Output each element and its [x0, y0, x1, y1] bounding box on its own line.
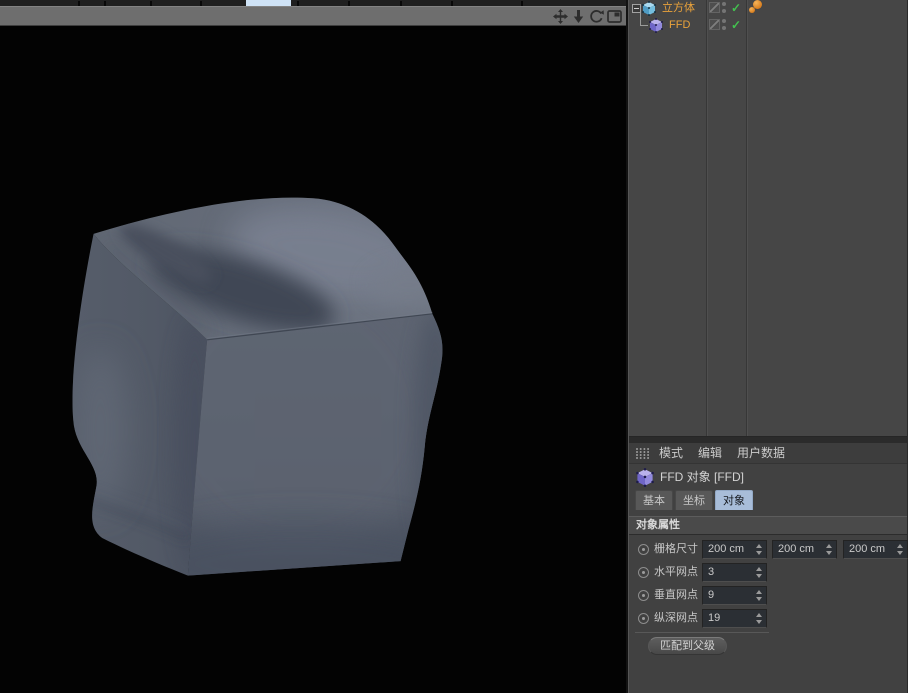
visibility-dots-icon[interactable] [722, 2, 727, 14]
tab-basic[interactable]: 基本 [635, 490, 673, 510]
enabled-check-icon[interactable]: ✓ [728, 17, 744, 34]
spinner-icon[interactable] [756, 613, 763, 624]
tab-object[interactable]: 对象 [715, 490, 753, 510]
toggle-view-icon[interactable] [607, 9, 622, 24]
attribute-manager-icon [635, 447, 650, 460]
phong-tag-icon[interactable] [749, 0, 763, 16]
visibility-dots-icon[interactable] [722, 19, 727, 31]
viewport[interactable] [0, 26, 626, 693]
spinner-icon[interactable] [826, 544, 833, 555]
vertical-points-field[interactable]: 9 [702, 586, 767, 605]
enabled-check-icon[interactable]: ✓ [728, 0, 744, 17]
object-title: FFD 对象 [FFD] [660, 465, 744, 489]
attr-label: 水平网点 [654, 561, 698, 584]
keyframe-ring-icon[interactable] [638, 590, 649, 601]
tree-connector [640, 13, 648, 26]
depth-points-field[interactable]: 19 [702, 609, 767, 628]
dolly-icon[interactable] [571, 9, 586, 24]
layer-toggle-icon[interactable] [709, 19, 720, 30]
object-label-cube[interactable]: 立方体 [662, 0, 695, 17]
rotate-icon[interactable] [589, 9, 604, 24]
keyframe-ring-icon[interactable] [638, 613, 649, 624]
object-label-ffd[interactable]: FFD [669, 17, 690, 34]
pan-icon[interactable] [553, 9, 568, 24]
om-column-divider [706, 0, 708, 436]
application-window: 立方体 ✓ FFD ✓ [0, 0, 908, 693]
menu-item-mode[interactable]: 模式 [659, 443, 683, 464]
viewport-header [0, 6, 626, 26]
spinner-icon[interactable] [756, 544, 763, 555]
match-to-parent-button[interactable]: 匹配到父级 [648, 637, 727, 655]
keyframe-ring-icon[interactable] [638, 567, 649, 578]
menu-item-edit[interactable]: 编辑 [698, 443, 722, 464]
attribute-manager: 模式 编辑 用户数据 FFD 对象 [FFD] 基本 [629, 443, 907, 693]
expander-icon[interactable] [632, 4, 641, 13]
spinner-icon[interactable] [756, 590, 763, 601]
object-row-ffd[interactable]: FFD ✓ [629, 17, 907, 34]
object-manager: 立方体 ✓ FFD ✓ [629, 0, 907, 437]
attr-row-depth-points: 纵深网点 19 [629, 607, 907, 630]
right-panel: 立方体 ✓ FFD ✓ [628, 0, 908, 693]
attr-row-grid-size: 栅格尺寸 200 cm 200 cm 200 cm [629, 538, 907, 561]
deformed-cube-render [0, 26, 626, 693]
menu-item-userdata[interactable]: 用户数据 [737, 443, 785, 464]
spinner-icon[interactable] [756, 567, 763, 578]
layer-toggle-icon[interactable] [709, 2, 720, 13]
attr-label: 垂直网点 [654, 584, 698, 607]
om-column-divider [746, 0, 748, 436]
attr-row-horizontal-points: 水平网点 3 [629, 561, 907, 584]
horizontal-points-field[interactable]: 3 [702, 563, 767, 582]
attribute-tabs: 基本 坐标 对象 [635, 490, 753, 511]
attr-row-vertical-points: 垂直网点 9 [629, 584, 907, 607]
attr-label: 纵深网点 [654, 607, 698, 630]
object-title-row: FFD 对象 [FFD] [629, 465, 907, 489]
ffd-icon [636, 468, 654, 487]
ffd-icon[interactable] [649, 18, 663, 33]
spinner-icon[interactable] [897, 544, 904, 555]
group-separator [635, 632, 769, 633]
section-header-object-properties[interactable]: 对象属性 [629, 516, 907, 535]
grid-size-x-field[interactable]: 200 cm [702, 540, 767, 559]
keyframe-ring-icon[interactable] [638, 544, 649, 555]
grid-size-y-field[interactable]: 200 cm [772, 540, 837, 559]
grid-size-z-field[interactable]: 200 cm [843, 540, 908, 559]
object-row-cube[interactable]: 立方体 ✓ [629, 0, 907, 17]
attr-label: 栅格尺寸 [654, 538, 698, 561]
tab-coordinates[interactable]: 坐标 [675, 490, 713, 510]
attribute-menu-bar: 模式 编辑 用户数据 [629, 443, 907, 464]
